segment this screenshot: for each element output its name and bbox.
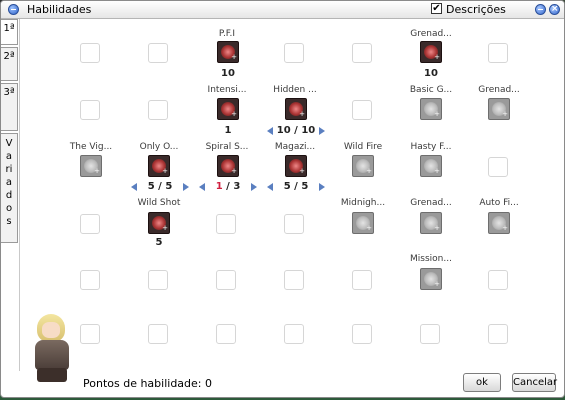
empty-slot	[420, 324, 440, 344]
skill-icon-grenad-r4[interactable]: +	[420, 212, 442, 234]
skill-icon-pfi[interactable]: +	[217, 41, 239, 63]
empty-slot	[148, 324, 168, 344]
skills-window: Habilidades ✔ Descrições × 1ª 2ª 3ª Vari…	[0, 0, 565, 398]
skill-name-pfi: P.F.I	[218, 29, 236, 39]
skill-icon-magazine[interactable]: +	[285, 155, 307, 177]
skill-icon-spiral[interactable]: +	[217, 155, 239, 177]
skill-points-label: Pontos de habilidade: 0	[83, 377, 212, 390]
empty-slot	[80, 324, 100, 344]
skill-level-intensify: 1	[224, 125, 232, 136]
character-portrait	[27, 314, 77, 384]
window-title: Habilidades	[27, 3, 92, 16]
skill-icon-wild-shot[interactable]: +	[148, 212, 170, 234]
empty-slot	[352, 100, 372, 120]
skill-icon-mission[interactable]: +	[420, 268, 442, 290]
skill-level-wild-shot: 5	[155, 237, 163, 248]
skill-name-grenade: Grenad...	[410, 29, 452, 39]
skill-icon-hasty[interactable]: +	[420, 155, 442, 177]
window-icon	[8, 4, 19, 15]
skill-level-only-one: 5 / 5	[147, 181, 173, 192]
skill-grid: P.F.I + 10 Grenad... + 10 Intensi... + 1…	[19, 19, 564, 371]
level-max: 5	[301, 181, 309, 192]
descriptions-label: Descrições	[446, 3, 506, 16]
skill-icon-grenad-r2[interactable]: +	[488, 98, 510, 120]
empty-slot	[80, 100, 100, 120]
skill-level-hidden: 10 / 10	[276, 125, 316, 136]
empty-slot	[148, 43, 168, 63]
level-current: 1	[215, 181, 223, 192]
tab-2nd[interactable]: 2ª	[1, 47, 18, 81]
tab-label: 3ª	[3, 87, 15, 98]
level-current: 5	[283, 181, 291, 192]
skill-name-hidden: Hidden ...	[273, 85, 317, 95]
empty-slot	[80, 270, 100, 290]
skill-icon-hidden[interactable]: +	[285, 98, 307, 120]
empty-slot	[488, 270, 508, 290]
level-max: 10	[301, 125, 316, 136]
skill-name-wild-shot: Wild Shot	[137, 198, 181, 208]
empty-slot	[284, 324, 304, 344]
skill-name-hasty: Hasty F...	[410, 142, 452, 152]
skill-icon-midnight[interactable]: +	[352, 212, 374, 234]
empty-slot	[148, 270, 168, 290]
tab-variados[interactable]: Variados	[1, 133, 18, 243]
level-current: 5	[147, 181, 155, 192]
empty-slot	[216, 214, 236, 234]
tab-label: Variados	[5, 138, 13, 227]
skill-icon-grenade[interactable]: +	[420, 41, 442, 63]
empty-slot	[488, 324, 508, 344]
skill-icon-wild-fire[interactable]: +	[352, 155, 374, 177]
skill-icon-only-one[interactable]: +	[148, 155, 170, 177]
skill-level-spiral: 1 / 3	[215, 181, 241, 192]
character-face	[42, 322, 60, 338]
character-body	[35, 340, 69, 370]
title-bar[interactable]: Habilidades ✔ Descrições ×	[1, 1, 564, 19]
empty-slot	[148, 100, 168, 120]
empty-slot	[284, 270, 304, 290]
tab-label: 2ª	[3, 51, 15, 62]
empty-slot	[352, 270, 372, 290]
skill-icon-basic-g[interactable]: +	[420, 98, 442, 120]
level-current: 10	[276, 125, 291, 136]
empty-slot	[216, 324, 236, 344]
level-max: 5	[165, 181, 173, 192]
level-up-magazine[interactable]	[319, 183, 325, 191]
empty-slot	[284, 214, 304, 234]
descriptions-checkbox[interactable]: ✔	[431, 3, 442, 14]
empty-slot	[80, 43, 100, 63]
level-max: 3	[233, 181, 241, 192]
skill-name-grenad-r2: Grenad...	[478, 85, 520, 95]
character-legs	[37, 368, 67, 382]
level-up-spiral[interactable]	[251, 183, 257, 191]
empty-slot	[488, 43, 508, 63]
empty-slot	[284, 43, 304, 63]
skill-name-mission: Mission...	[410, 254, 452, 264]
empty-slot	[488, 157, 508, 177]
skill-icon-auto-fire[interactable]: +	[488, 212, 510, 234]
skill-level-pfi: 10	[221, 68, 235, 79]
ok-button[interactable]: ok	[463, 373, 501, 392]
empty-slot	[352, 324, 372, 344]
tab-1st[interactable]: 1ª	[1, 19, 18, 45]
skill-name-auto-fire: Auto Fi...	[479, 198, 519, 208]
empty-slot	[216, 270, 236, 290]
tab-label: 1ª	[3, 23, 15, 34]
minimize-icon[interactable]	[535, 4, 546, 15]
empty-slot	[80, 214, 100, 234]
level-up-only-one[interactable]	[183, 183, 189, 191]
cancel-button[interactable]: Cancelar	[512, 373, 557, 392]
skill-level-grenade: 10	[424, 68, 438, 79]
skill-level-magazine: 5 / 5	[283, 181, 309, 192]
level-up-hidden[interactable]	[319, 127, 325, 135]
tab-3rd[interactable]: 3ª	[1, 83, 18, 131]
empty-slot	[352, 43, 372, 63]
skill-icon-vigilante[interactable]: +	[80, 155, 102, 177]
skill-icon-intensify[interactable]: +	[217, 98, 239, 120]
close-icon[interactable]: ×	[549, 4, 560, 15]
